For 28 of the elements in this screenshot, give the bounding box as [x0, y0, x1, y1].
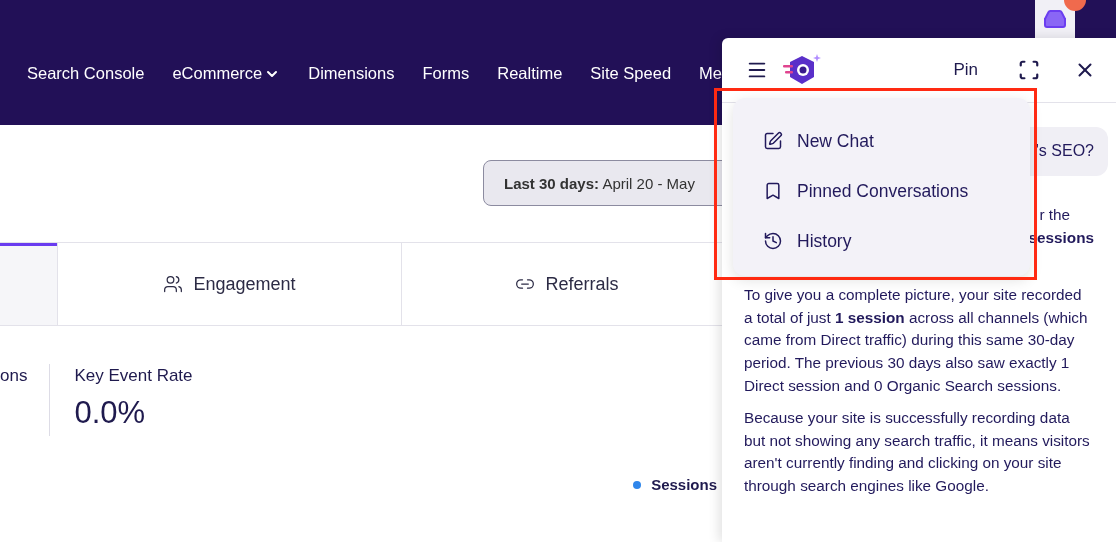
- legend-label: Sessions: [651, 476, 717, 493]
- metric-label: Key Event Rate: [74, 366, 193, 386]
- answer-text: r the: [1039, 205, 1070, 225]
- metric-value: 0.0%: [74, 395, 147, 431]
- date-range-button[interactable]: Last 30 days: April 20 - May: [483, 160, 722, 206]
- tab-label: Referrals: [545, 273, 619, 295]
- tab-label: Engagement: [193, 273, 296, 295]
- pencil-square-icon: [763, 131, 783, 151]
- answer-paragraph: Because your site is successfully recording data but not showing any search traffic, it means visitors aren't currently finding and clicking on your site through search engines like Google.: [744, 408, 1090, 496]
- nav-link[interactable]: Search Console: [27, 64, 145, 83]
- inbox-icon: [1043, 7, 1067, 31]
- fullscreen-button[interactable]: [1018, 59, 1040, 81]
- nav-link[interactable]: Dimensions: [308, 64, 395, 83]
- inbox-button[interactable]: [1035, 0, 1075, 38]
- bookmark-icon: [763, 181, 783, 201]
- nav-link[interactable]: Forms: [422, 64, 470, 83]
- pin-button[interactable]: Pin: [947, 59, 984, 81]
- nav-link[interactable]: Site Speed: [590, 64, 672, 83]
- report-tab[interactable]: [0, 243, 58, 325]
- logo-icon: [782, 53, 822, 87]
- nav-link[interactable]: Realtime: [497, 64, 563, 83]
- history-icon: [763, 231, 783, 251]
- metric-label: ons: [0, 366, 28, 386]
- answer-paragraph: To give you a complete picture, your site recorded a total of just 1 session across all channels (which came from Direct traffic) during this same 30-day period. The previous 30 days also saw exactly 1 Direct session and 0 Organic Search sessions.: [744, 285, 1089, 396]
- nav-link[interactable]: eCommerce: [172, 64, 281, 83]
- nav-link[interactable]: Me: [699, 64, 722, 83]
- menu-item[interactable]: History: [763, 218, 1030, 264]
- people-icon: [163, 274, 184, 294]
